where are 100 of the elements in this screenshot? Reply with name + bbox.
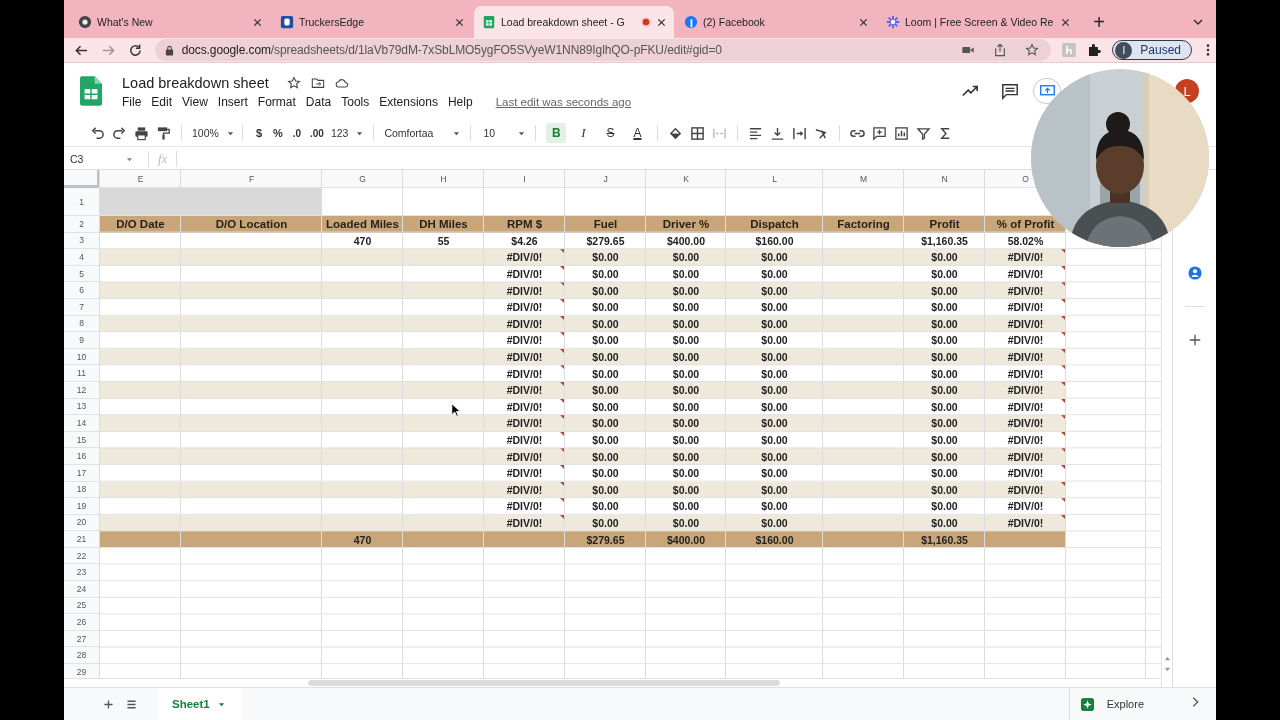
caret-icon[interactable] <box>126 155 133 163</box>
menu-item[interactable]: Help <box>442 95 478 109</box>
browser-tab[interactable]: Loom | Free Screen & Video Re <box>878 6 1078 38</box>
close-icon[interactable] <box>1061 17 1070 27</box>
row-heading[interactable]: 21 <box>64 531 100 548</box>
more-icon[interactable] <box>1206 43 1210 57</box>
menu-item[interactable]: View <box>177 95 213 109</box>
row-heading[interactable]: 2 <box>64 216 100 233</box>
profile-button[interactable]: I Paused <box>1112 40 1193 60</box>
increase-decimals-button[interactable]: .00 <box>310 123 324 143</box>
folder-icon[interactable] <box>310 76 325 90</box>
caret-icon <box>356 129 364 137</box>
table-cell: $0.00 <box>761 467 788 480</box>
menu-item[interactable]: Insert <box>212 95 253 109</box>
chart-icon[interactable] <box>894 125 910 141</box>
menu-item[interactable]: Tools <box>336 95 375 109</box>
column-heading[interactable]: N <box>941 174 948 184</box>
spreadsheet-icon[interactable] <box>80 76 102 106</box>
row-heading[interactable]: 6 <box>64 282 100 299</box>
currency-button[interactable]: $ <box>253 123 265 143</box>
zoom-dropdown[interactable]: 100% <box>192 123 232 143</box>
row-heading[interactable]: 26 <box>64 614 100 631</box>
column-heading[interactable]: M <box>859 174 868 184</box>
font-dropdown[interactable]: Comfortaa <box>384 123 461 143</box>
comment-icon[interactable] <box>1001 82 1019 100</box>
undo-icon[interactable] <box>90 125 105 141</box>
close-icon[interactable] <box>253 17 262 27</box>
row-heading[interactable]: 29 <box>64 664 100 678</box>
row-heading[interactable]: 28 <box>64 647 100 665</box>
row-heading[interactable]: 11 <box>64 365 100 382</box>
vertical-align-icon[interactable] <box>770 125 786 141</box>
puzzle-icon[interactable] <box>1086 42 1103 58</box>
browser-tab[interactable]: What's New <box>70 6 270 38</box>
reload-icon[interactable] <box>127 42 143 58</box>
percent-button[interactable]: % <box>272 123 284 143</box>
row-heading[interactable]: 4 <box>64 249 100 266</box>
decrease-decimals-button[interactable]: .0 <box>291 123 303 143</box>
column-heading[interactable]: E <box>137 174 144 184</box>
browser-tab[interactable]: Load breakdown sheet - G <box>474 6 674 38</box>
paint-format-icon[interactable] <box>156 125 171 141</box>
close-icon[interactable] <box>657 17 666 27</box>
column-heading[interactable]: H <box>440 174 447 184</box>
column-heading[interactable]: G <box>359 174 366 184</box>
table-cell: $0.00 <box>931 450 958 463</box>
sheet-tab[interactable]: Sheet1 <box>158 688 241 720</box>
print-icon[interactable] <box>134 125 149 141</box>
chevron-down-icon[interactable] <box>1192 16 1204 28</box>
address-field[interactable]: docs.google.com/spreadsheets/d/1laVb79dM-7xSbLMO5ygFO5SVyeW1NN89IglhQO-pFKU/edit#gid=0 <box>154 39 1051 61</box>
person-icon[interactable] <box>1187 266 1202 280</box>
number-format-dropdown[interactable]: 123 <box>330 123 364 143</box>
format-button[interactable]: A <box>627 123 648 143</box>
menu-item[interactable]: File <box>122 95 147 109</box>
scrollbar-thumb[interactable] <box>308 680 780 686</box>
scroll-up-icon[interactable] <box>1163 655 1171 662</box>
redo-icon[interactable] <box>112 125 127 141</box>
filter-icon[interactable] <box>916 125 932 141</box>
menu-item[interactable]: Edit <box>146 95 178 109</box>
column-heading[interactable]: O <box>1022 174 1029 184</box>
format-button[interactable]: I <box>573 123 594 143</box>
column-heading[interactable]: I <box>523 174 526 184</box>
row-heading[interactable]: 16 <box>64 448 100 465</box>
menu-item[interactable]: Extensions <box>374 95 443 109</box>
text-wrap-icon[interactable] <box>792 125 808 141</box>
column-heading[interactable]: F <box>248 174 255 184</box>
row-heading[interactable]: 19 <box>64 498 100 515</box>
row-heading[interactable]: 24 <box>64 581 100 598</box>
star-icon[interactable] <box>1024 43 1039 57</box>
row-heading[interactable]: 23 <box>64 564 100 582</box>
new-tab-button[interactable]: + <box>1084 6 1114 38</box>
share-icon[interactable] <box>992 43 1007 57</box>
plus-icon[interactable] <box>1187 333 1202 347</box>
name-box[interactable]: C3 <box>70 153 120 165</box>
format-button[interactable]: B <box>546 123 567 143</box>
row-heading[interactable]: 9 <box>64 332 100 349</box>
browser-tab[interactable]: TruckersEdge <box>272 6 472 38</box>
menu-item[interactable]: Data <box>300 95 337 109</box>
add-comment-icon[interactable] <box>872 125 888 141</box>
star-icon[interactable] <box>286 76 301 90</box>
browser-tab[interactable]: (2) Facebook <box>676 6 876 38</box>
table-cell: $0.00 <box>761 434 788 446</box>
close-icon[interactable] <box>455 17 464 27</box>
align-icon[interactable] <box>748 125 764 141</box>
last-edit-link[interactable]: Last edit was seconds ago <box>495 96 632 108</box>
merged-cell[interactable] <box>100 188 322 216</box>
borders-icon[interactable] <box>690 125 706 141</box>
font-size-dropdown[interactable]: 10 <box>481 123 526 143</box>
table-cell: #DIV/0! <box>1007 334 1044 347</box>
format-button[interactable]: S <box>600 123 621 143</box>
table-cell: $0.00 <box>761 351 788 364</box>
close-icon[interactable] <box>859 17 868 27</box>
column-heading[interactable]: L <box>772 174 777 184</box>
document-title[interactable]: Load breakdown sheet <box>122 75 269 91</box>
scroll-down-icon[interactable] <box>1163 666 1171 673</box>
add-sheet-icon[interactable] <box>102 697 115 711</box>
row-heading[interactable]: 1 <box>64 188 100 216</box>
menu-item[interactable]: Format <box>252 95 301 109</box>
column-heading[interactable]: K <box>683 174 689 184</box>
row-heading[interactable]: 14 <box>64 415 100 432</box>
fill-color-icon[interactable] <box>668 125 684 141</box>
column-heading[interactable]: J <box>603 174 608 184</box>
